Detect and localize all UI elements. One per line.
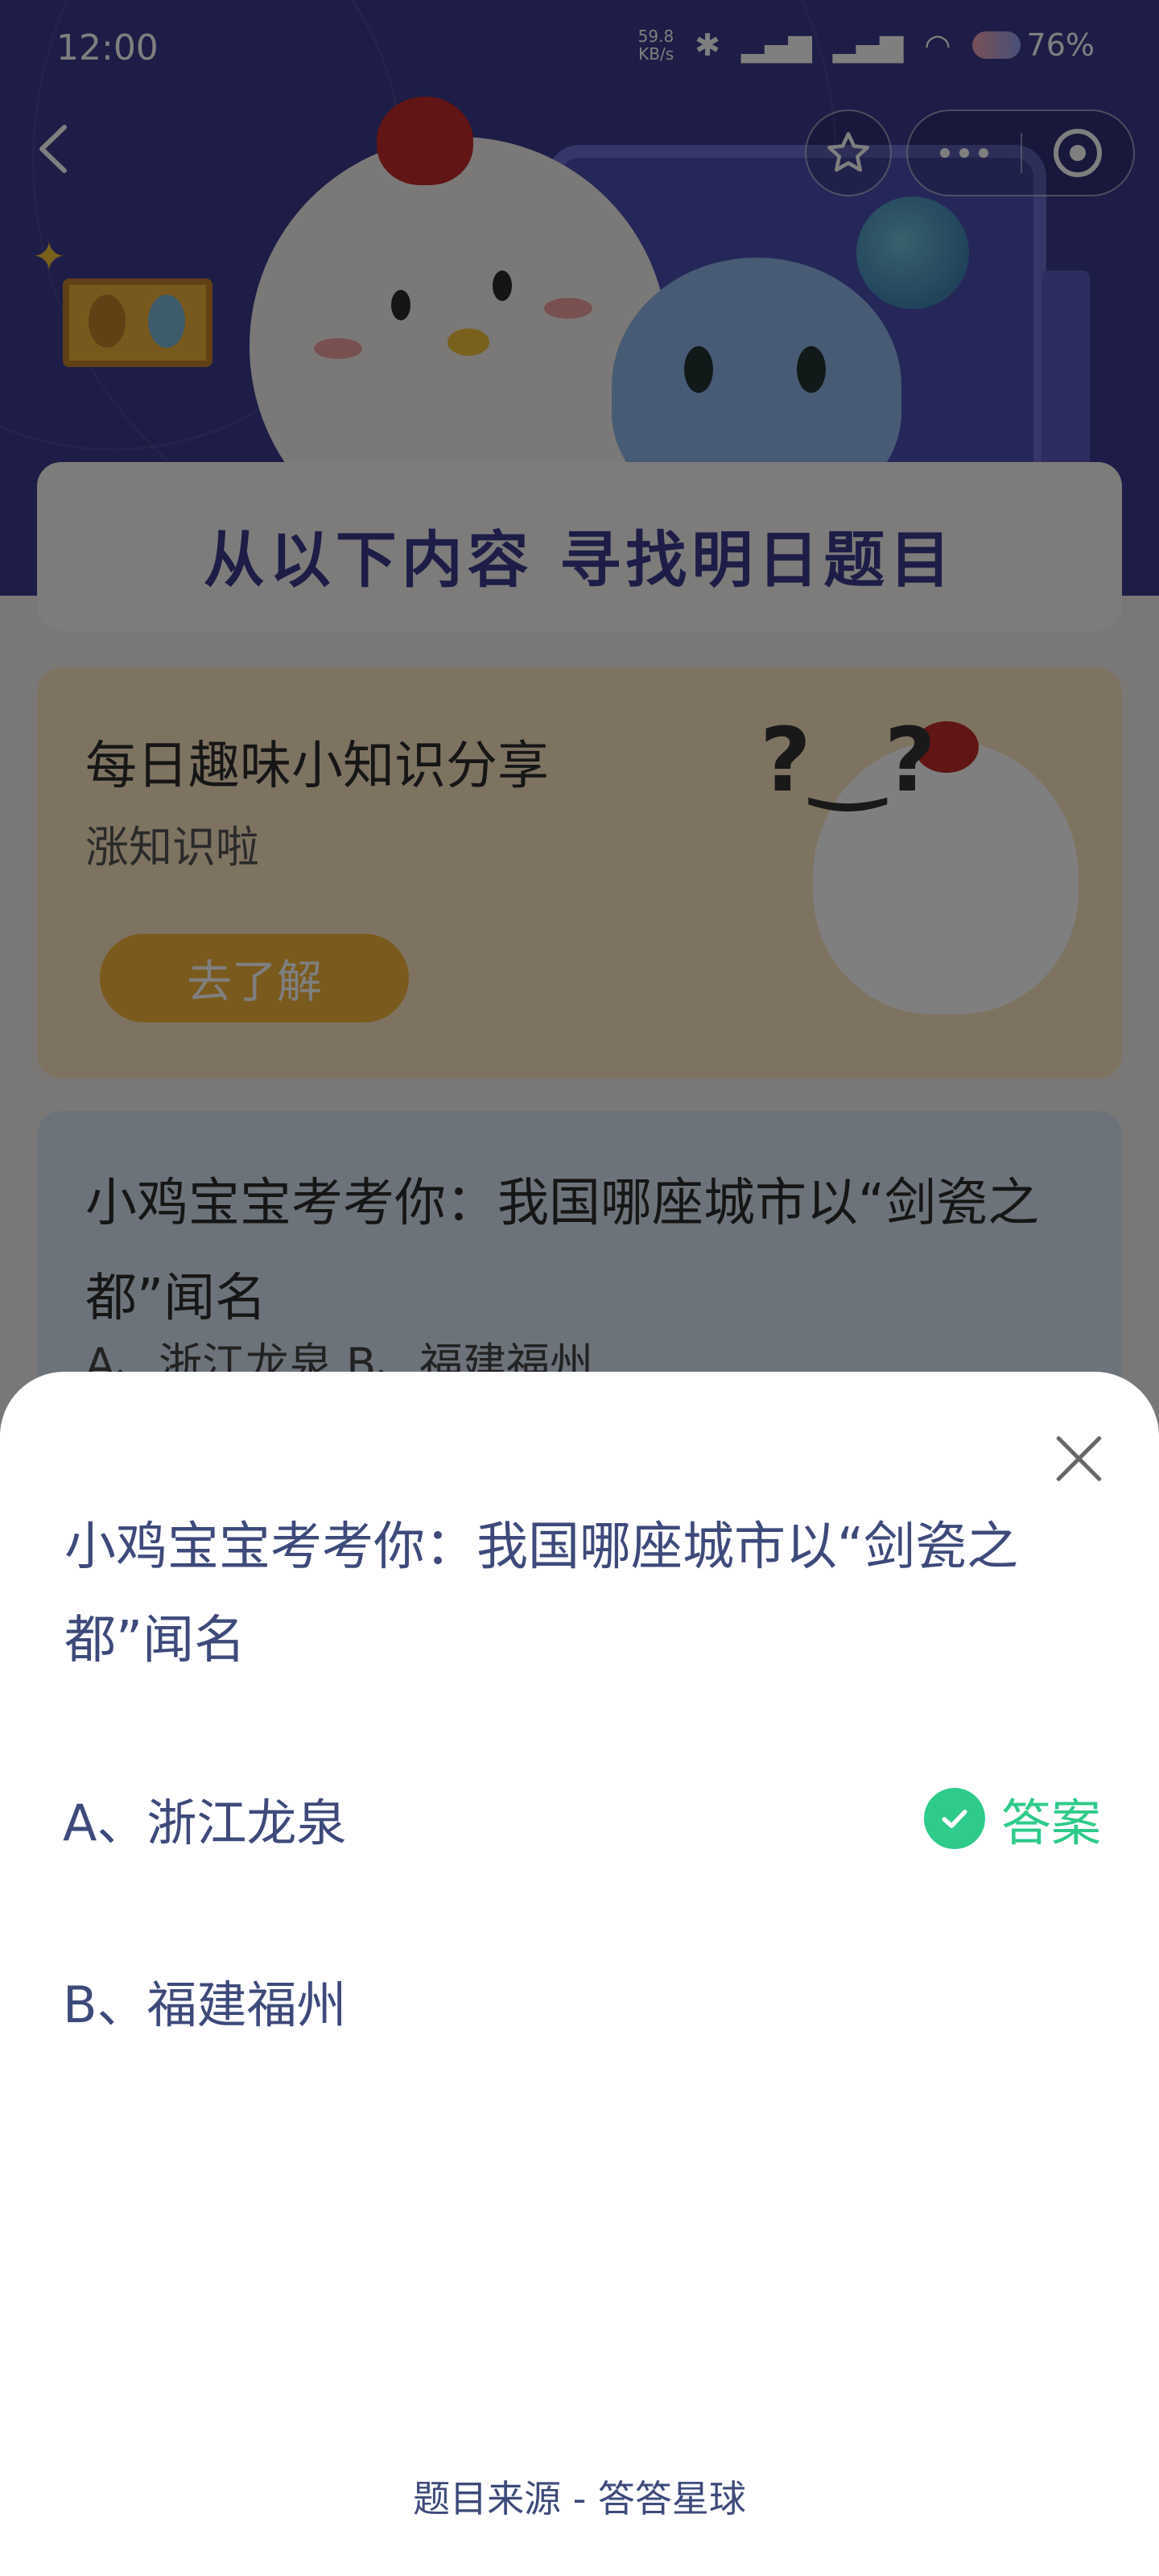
answer-sheet: 小鸡宝宝考考你：我国哪座城市以“剑瓷之都”闻名 A、浙江龙泉 答案 B、福建福州… bbox=[0, 1372, 1159, 2576]
question-source: 题目来源 - 答答星球 bbox=[413, 2477, 746, 2520]
close-sheet-button[interactable] bbox=[1046, 1426, 1111, 1491]
option-b[interactable]: B、福建福州 bbox=[63, 1956, 1101, 2045]
option-label: B、福建福州 bbox=[63, 1975, 347, 2034]
check-circle-icon bbox=[923, 1788, 985, 1849]
answer-badge: 答案 bbox=[923, 1782, 1101, 1855]
sheet-question: 小鸡宝宝考考你：我国哪座城市以“剑瓷之都”闻名 bbox=[64, 1517, 1019, 1670]
app-page: ✦ 12:00 59.8 KB/s ✱ ▂▄▆ ▂▄▆ ◠ 76% bbox=[0, 0, 1159, 2576]
answer-label: 答案 bbox=[1000, 1794, 1101, 1852]
option-a[interactable]: A、浙江龙泉 答案 bbox=[63, 1774, 1101, 1863]
option-label: A、浙江龙泉 bbox=[63, 1794, 347, 1852]
